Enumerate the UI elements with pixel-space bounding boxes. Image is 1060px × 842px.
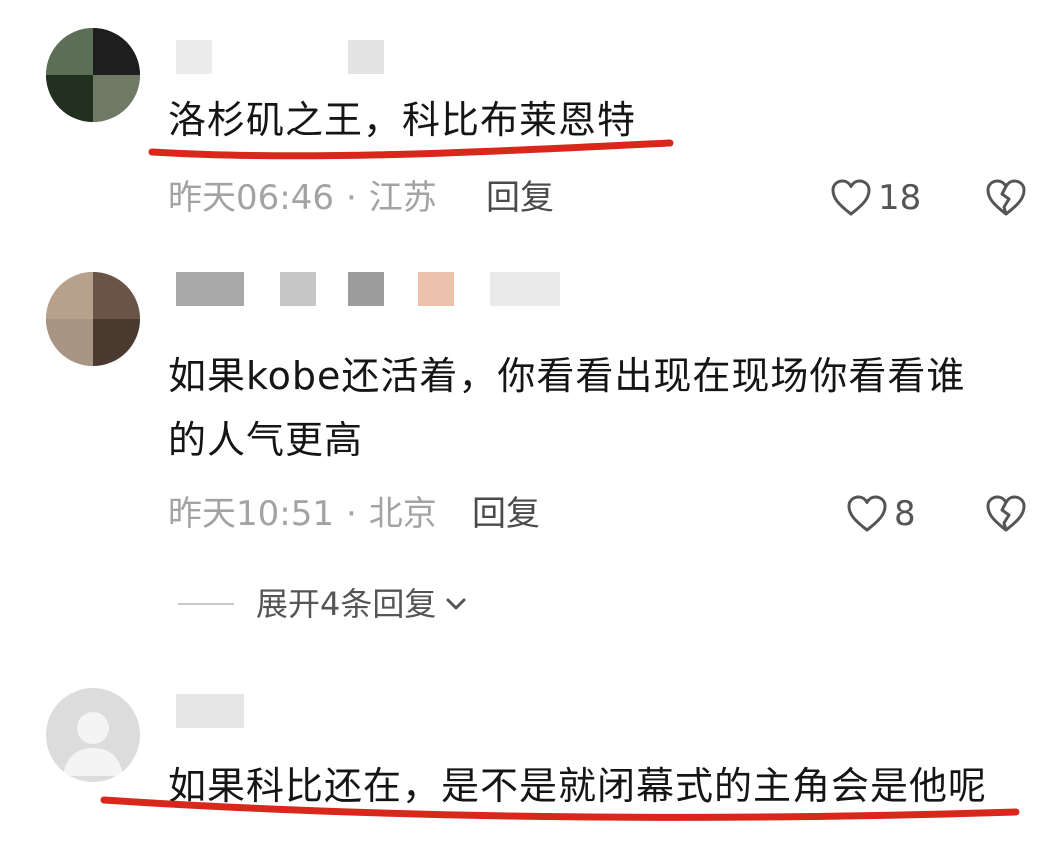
meta-separator: · — [345, 178, 357, 218]
default-avatar-icon — [63, 712, 123, 776]
meta-separator: · — [345, 494, 357, 534]
reply-button[interactable]: 回复 — [472, 490, 540, 538]
reply-button[interactable]: 回复 — [486, 174, 554, 222]
comment-text: 洛杉矶之王，科比布莱恩特 — [168, 98, 637, 142]
comment-meta: 昨天06:46 · 江苏 — [168, 174, 437, 222]
expand-divider — [178, 603, 234, 605]
like-count: 8 — [894, 494, 916, 534]
avatar[interactable] — [46, 28, 140, 122]
dislike-button[interactable] — [982, 490, 1030, 538]
user-badge-redacted — [280, 272, 316, 306]
comment-time: 昨天06:46 — [168, 178, 334, 218]
chevron-down-icon — [446, 598, 466, 610]
username-redacted[interactable] — [176, 40, 212, 74]
like-button[interactable]: 18 — [830, 174, 921, 222]
username-redacted[interactable] — [176, 694, 244, 728]
expand-replies-label: 展开4条回复 — [256, 585, 437, 623]
comment-text-line: 的人气更高 — [168, 418, 364, 462]
avatar[interactable] — [46, 272, 140, 366]
user-badge-redacted — [418, 272, 454, 306]
comment-text: 如果科比还在，是不是就闭幕式的主角会是他呢 — [168, 764, 988, 808]
user-badge-redacted — [490, 272, 560, 306]
comment-location: 北京 — [368, 494, 437, 534]
avatar[interactable] — [46, 688, 140, 782]
comment-meta: 昨天10:51 · 北京 — [168, 490, 437, 538]
heart-outline-icon — [847, 495, 887, 532]
broken-heart-icon — [986, 495, 1026, 532]
like-count: 18 — [878, 178, 922, 218]
comment-time: 昨天10:51 — [168, 494, 334, 534]
heart-outline-icon — [831, 179, 871, 216]
comment-text-line: 如果kobe还活着，你看看出现在现场你看看谁 — [168, 354, 966, 398]
username-redacted[interactable] — [176, 272, 244, 306]
comment-location: 江苏 — [368, 178, 437, 218]
expand-replies-button[interactable]: 展开4条回复 — [178, 580, 470, 628]
comment-3: 如果科比还在，是不是就闭幕式的主角会是他呢 — [0, 660, 1060, 842]
like-button[interactable]: 8 — [846, 490, 916, 538]
dislike-button[interactable] — [982, 174, 1030, 222]
user-badge-redacted — [348, 40, 384, 74]
comment-text: 如果kobe还活着，你看看出现在现场你看看谁 的人气更高 — [168, 344, 1020, 472]
user-badge-redacted — [348, 272, 384, 306]
comment-1: 洛杉矶之王，科比布莱恩特 昨天06:46 · 江苏 回复 18 — [0, 0, 1060, 240]
comment-2: 如果kobe还活着，你看看出现在现场你看看谁 的人气更高 昨天10:51 · 北京 … — [0, 250, 1060, 640]
broken-heart-icon — [986, 179, 1026, 216]
